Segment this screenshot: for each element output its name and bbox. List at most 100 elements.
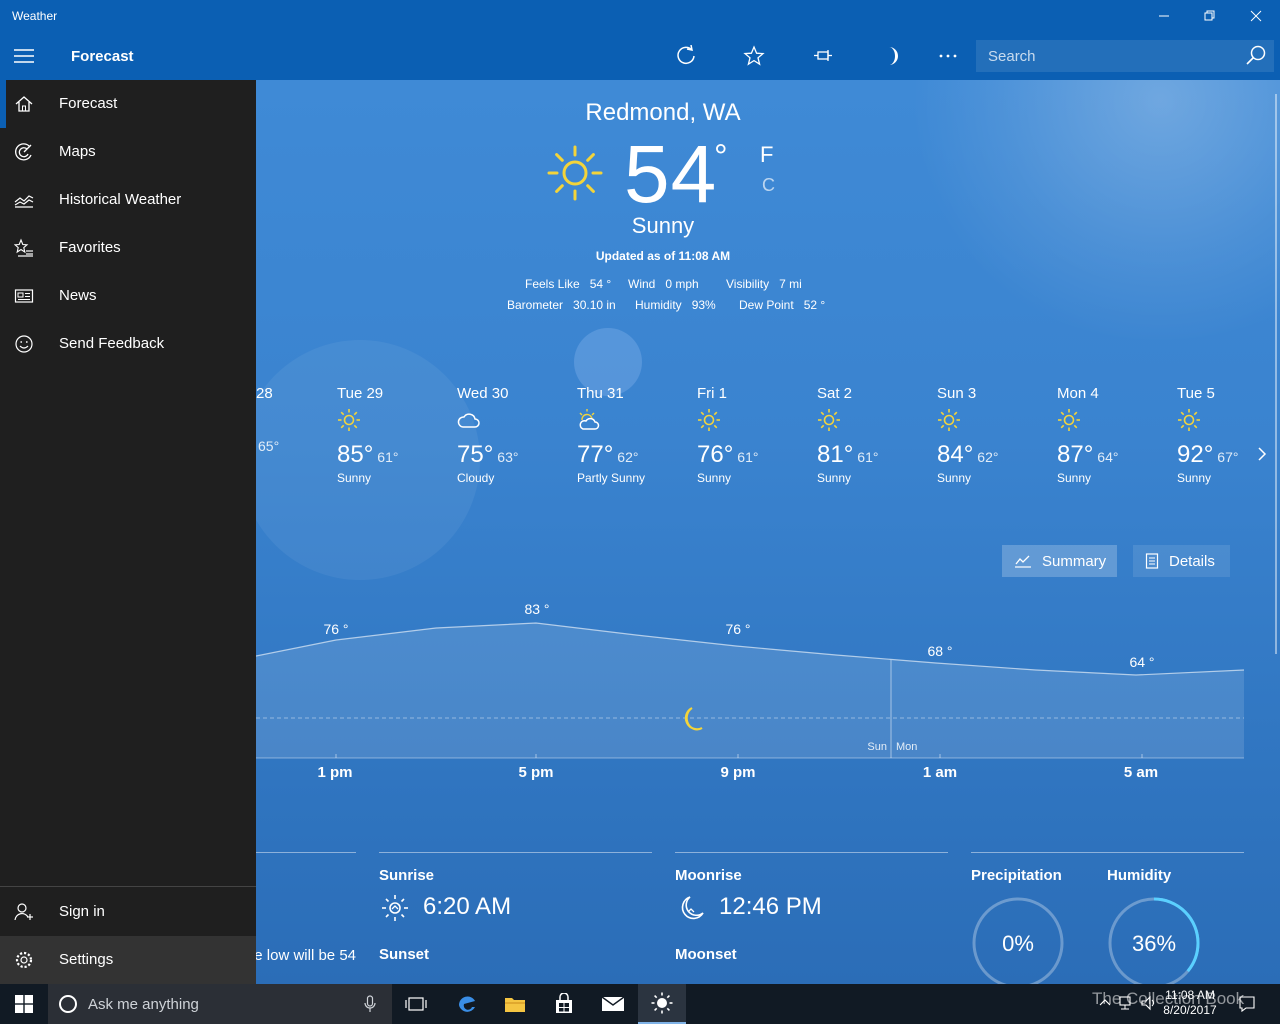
- current-temperature: 54: [624, 129, 718, 220]
- hour-label: 1 am: [922, 764, 958, 781]
- network-icon[interactable]: [1118, 995, 1136, 1011]
- home-icon: [15, 96, 33, 112]
- detail-feels-like: Feels Like 54 °: [525, 277, 611, 291]
- hour-label: 5 pm: [518, 764, 554, 781]
- minimize-button[interactable]: [1141, 0, 1187, 32]
- volume-icon[interactable]: [1140, 995, 1158, 1011]
- line-chart-icon: [1015, 555, 1031, 568]
- day-forecast[interactable]: Sat 2 81° 61° Sunny: [817, 385, 927, 485]
- humidity-label: Humidity: [1107, 867, 1172, 884]
- nav-item-favorites[interactable]: Favorites: [0, 224, 256, 272]
- window-title: Weather: [12, 9, 58, 23]
- detail-value: 93%: [691, 298, 716, 312]
- sunny-icon: [547, 145, 603, 201]
- day-low: 64°: [1097, 449, 1119, 465]
- store-icon: [556, 993, 572, 1013]
- nav-item-forecast[interactable]: Forecast: [0, 80, 256, 128]
- star-icon: [743, 45, 765, 66]
- celsius-toggle[interactable]: C: [762, 175, 775, 196]
- radar-icon: [15, 143, 32, 161]
- day-forecast[interactable]: Thu 31 77° 62° Partly Sunny: [577, 385, 687, 485]
- details-view-button[interactable]: Details: [1133, 545, 1230, 577]
- day-condition: Sunny: [1177, 471, 1212, 485]
- day-high: 85°: [337, 441, 374, 468]
- day-high: 76°: [697, 441, 734, 468]
- taskbar: Ask me anything The Collection Book 11:0…: [0, 984, 1280, 1024]
- pin-button[interactable]: [799, 32, 847, 80]
- updated-time: Updated as of 11:08 AM: [595, 249, 731, 263]
- system-clock[interactable]: 11:08 AM 8/20/2017: [1158, 988, 1222, 1018]
- favorite-button[interactable]: [730, 32, 778, 80]
- detail-label: Dew Point: [739, 298, 794, 312]
- weather-app-icon: [651, 992, 673, 1014]
- precipitation-label: Precipitation: [971, 867, 1062, 884]
- sun-icon: [338, 409, 360, 431]
- current-condition: Sunny: [631, 213, 695, 238]
- cortana-search-box[interactable]: Ask me anything: [48, 984, 392, 1024]
- windows-logo-icon: [15, 995, 33, 1013]
- moonrise-time: 12:46 PM: [719, 893, 822, 920]
- day-low: 67°: [1217, 449, 1239, 465]
- humidity-value: 36%: [1131, 931, 1177, 956]
- document-icon: [1145, 553, 1159, 569]
- taskbar-mail[interactable]: [589, 984, 637, 1024]
- nav-item-maps[interactable]: Maps: [0, 128, 256, 176]
- day-low: 62°: [617, 449, 639, 465]
- nav-label: Settings: [59, 951, 114, 968]
- day-forecast[interactable]: Fri 1 76° 61° Sunny: [697, 385, 807, 485]
- search-input[interactable]: [976, 40, 1236, 72]
- vertical-scrollbar[interactable]: [1275, 94, 1277, 654]
- day-low: 61°: [857, 449, 879, 465]
- day-low: 61°: [377, 449, 399, 465]
- day-name: Wed 30: [457, 385, 509, 402]
- day-forecast[interactable]: Tue 29 85° 61° Sunny: [337, 385, 447, 485]
- more-options-button[interactable]: [924, 32, 972, 80]
- chevron-right-icon[interactable]: [1252, 444, 1272, 464]
- detail-dew-point: Dew Point 52 °: [739, 298, 825, 312]
- restore-button[interactable]: [1187, 0, 1233, 32]
- hamburger-menu-button[interactable]: [0, 32, 48, 80]
- detail-value: 52 °: [803, 298, 826, 312]
- divider: [971, 852, 1244, 853]
- day-forecast[interactable]: Mon 4 87° 64° Sunny: [1057, 385, 1167, 485]
- temp-label: 64 °: [1129, 654, 1154, 670]
- dark-mode-button[interactable]: [866, 32, 914, 80]
- hour-label: 1 pm: [317, 764, 353, 781]
- taskbar-file-explorer[interactable]: [491, 984, 539, 1024]
- temp-label: 83 °: [524, 601, 549, 617]
- day-forecast[interactable]: Sun 3 84° 62° Sunny: [937, 385, 1047, 485]
- day-forecast[interactable]: Wed 30 75° 63° Cloudy: [457, 385, 567, 485]
- task-view-icon: [405, 997, 427, 1011]
- nav-item-news[interactable]: News: [0, 272, 256, 320]
- chevron-up-icon[interactable]: [1098, 996, 1112, 1010]
- degree-symbol: °: [714, 138, 728, 176]
- nav-label: Send Feedback: [59, 335, 165, 352]
- partly-sunny-icon: [579, 409, 600, 430]
- day-name: Tue 5: [1177, 385, 1215, 402]
- nav-item-settings[interactable]: Settings: [0, 936, 256, 984]
- moon-icon: [889, 47, 898, 65]
- nav-label: Favorites: [59, 239, 121, 256]
- task-view-button[interactable]: [392, 984, 440, 1024]
- day-forecast[interactable]: 28 65°: [256, 385, 316, 456]
- action-center-icon[interactable]: [1238, 995, 1256, 1013]
- taskbar-store[interactable]: [540, 984, 588, 1024]
- day-forecast[interactable]: Tue 5 92° 67° Sunny: [1177, 385, 1280, 485]
- taskbar-edge[interactable]: [443, 984, 491, 1024]
- nav-item-historical-weather[interactable]: Historical Weather: [0, 176, 256, 224]
- microphone-icon[interactable]: [364, 995, 376, 1013]
- start-button[interactable]: [0, 984, 48, 1024]
- sun-icon: [698, 409, 720, 431]
- close-button[interactable]: [1233, 0, 1279, 32]
- nav-item-send-feedback[interactable]: Send Feedback: [0, 320, 256, 368]
- fahrenheit-toggle[interactable]: F: [760, 142, 773, 168]
- nav-item-sign-in[interactable]: Sign in: [0, 888, 256, 936]
- taskbar-weather[interactable]: [638, 984, 686, 1024]
- details-label: Details: [1169, 552, 1215, 570]
- search-icon[interactable]: [1244, 44, 1268, 68]
- summary-view-button[interactable]: Summary: [1002, 545, 1117, 577]
- nav-label: Sign in: [59, 903, 105, 920]
- refresh-button[interactable]: [662, 32, 710, 80]
- sunrise-icon: [382, 895, 408, 921]
- clock-time: 11:08 AM: [1165, 988, 1215, 1002]
